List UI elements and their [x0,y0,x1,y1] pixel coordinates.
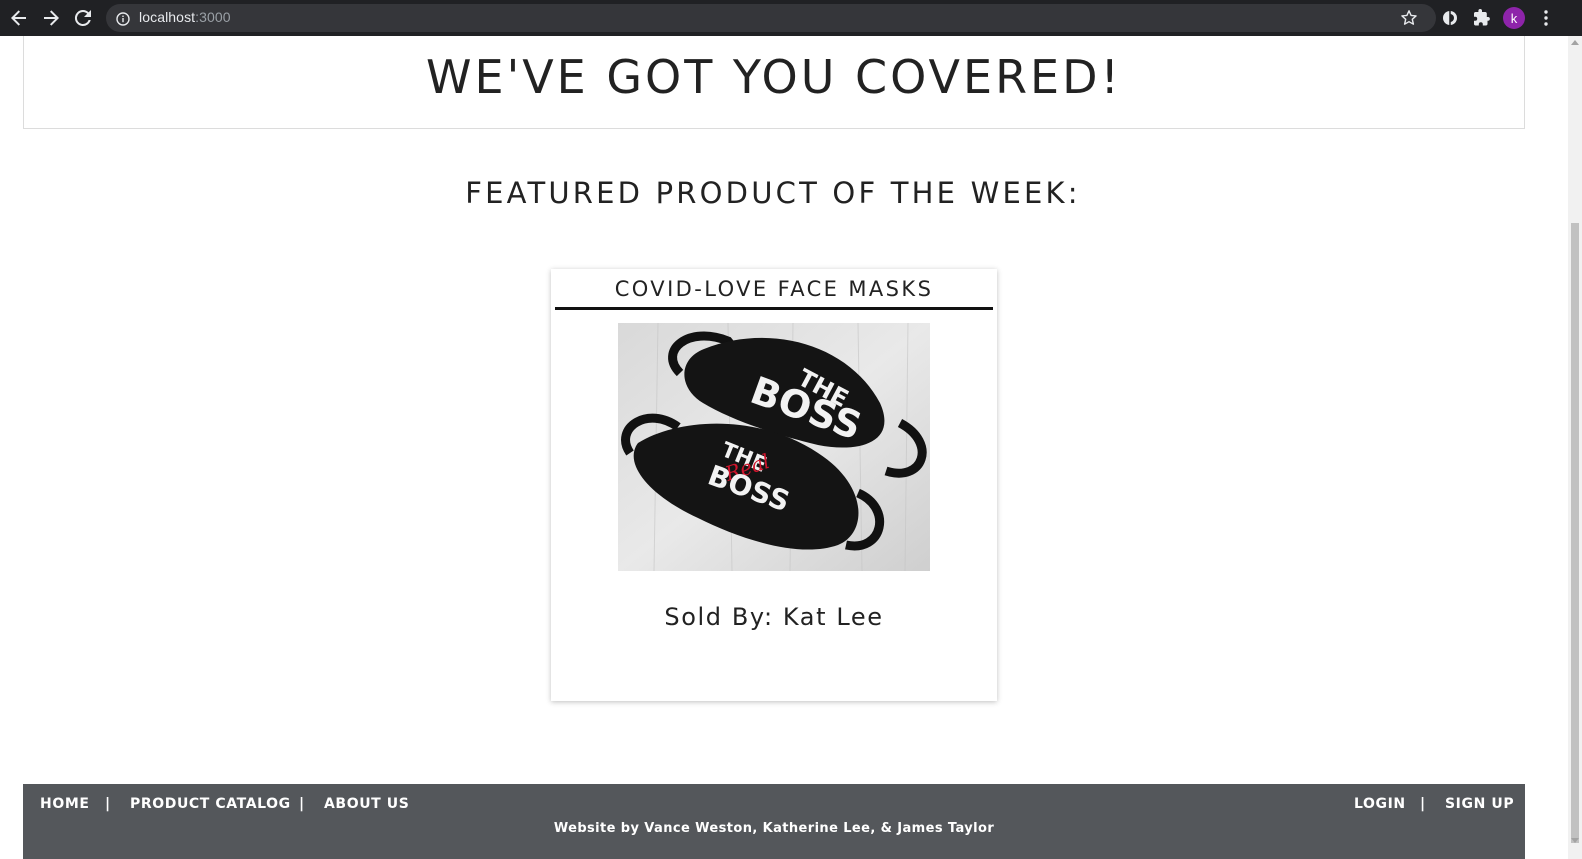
footer-link-about-us[interactable]: ABOUT US [324,796,409,812]
reload-icon[interactable] [72,7,94,29]
footer-link-sign-up[interactable]: SIGN UP [1445,796,1514,812]
sold-by-label: Sold By: Kat Lee [664,603,884,631]
site-footer: HOME | PRODUCT CATALOG | ABOUT US LOGIN … [23,784,1525,859]
profile-avatar[interactable]: k [1503,7,1525,29]
footer-link-home[interactable]: HOME [40,796,90,812]
footer-separator: | [1420,796,1426,812]
hero-title: WE'VE GOT YOU COVERED! [426,50,1122,104]
browser-toolbar: localhost:3000 k [0,0,1582,36]
address-bar[interactable]: localhost:3000 [106,4,1436,32]
product-title[interactable]: COVID-LOVE FACE MASKS [555,274,993,310]
info-icon[interactable] [116,11,130,26]
footer-separator: | [299,796,305,812]
featured-heading: FEATURED PRODUCT OF THE WEEK: [465,176,1081,210]
star-icon[interactable] [1400,9,1418,27]
menu-icon[interactable] [1538,9,1554,27]
page-viewport: WE'VE GOT YOU COVERED! FEATURED PRODUCT … [0,36,1568,859]
extension-icon[interactable] [1441,9,1459,27]
product-card[interactable]: COVID-LOVE FACE MASKS THE BOSS THE Real … [551,269,997,701]
puzzle-icon[interactable] [1473,9,1491,27]
scroll-up-arrow-icon[interactable] [1571,40,1579,45]
footer-link-login[interactable]: LOGIN [1354,796,1406,812]
url-text[interactable]: localhost:3000 [139,9,231,25]
footer-credits: Website by Vance Weston, Katherine Lee, … [553,821,995,836]
product-image[interactable]: THE BOSS THE Real BOSS [618,322,930,572]
page-scrollbar[interactable] [1568,36,1582,859]
footer-separator: | [105,796,111,812]
back-arrow-icon[interactable] [8,7,30,29]
url-host: localhost [139,9,196,25]
footer-link-product-catalog[interactable]: PRODUCT CATALOG [130,796,291,812]
url-port: :3000 [195,9,231,25]
hero-banner: WE'VE GOT YOU COVERED! [23,36,1525,129]
forward-arrow-icon[interactable] [40,7,62,29]
scroll-down-arrow-icon[interactable] [1571,838,1579,843]
scroll-thumb[interactable] [1571,223,1579,843]
